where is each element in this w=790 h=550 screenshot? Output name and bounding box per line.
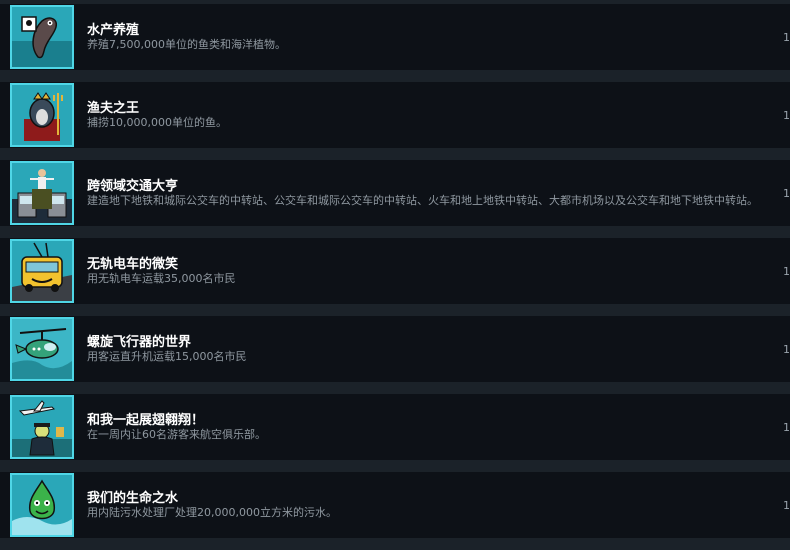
achievement-row: 水产养殖 养殖7,500,000单位的鱼类和海洋植物。 1	[0, 4, 790, 70]
achievement-description: 用无轨电车运载35,000名市民	[87, 272, 236, 285]
achievement-status: 1	[783, 343, 790, 356]
achievement-row: 螺旋飞行器的世界 用客运直升机运载15,000名市民 1	[0, 316, 790, 382]
achievement-title: 我们的生命之水	[87, 491, 179, 506]
airplane-club-icon	[10, 395, 74, 459]
achievement-row: 无轨电车的微笑 用无轨电车运载35,000名市民 1	[0, 238, 790, 304]
achievement-title: 水产养殖	[87, 23, 140, 38]
achievement-description: 养殖7,500,000单位的鱼类和海洋植物。	[87, 38, 286, 51]
achievement-description: 用内陆污水处理厂处理20,000,000立方米的污水。	[87, 506, 337, 519]
achievement-status: 1	[783, 31, 790, 44]
fish-icon	[10, 5, 74, 69]
achievement-title: 螺旋飞行器的世界	[87, 335, 192, 350]
fisher-king-icon	[10, 83, 74, 147]
helicopter-icon	[10, 317, 74, 381]
water-drop-icon	[10, 473, 74, 537]
achievement-status: 1	[783, 499, 790, 512]
achievement-row: 我们的生命之水 用内陆污水处理厂处理20,000,000立方米的污水。 1	[0, 472, 790, 538]
achievement-list: 水产养殖 养殖7,500,000单位的鱼类和海洋植物。 1 渔夫之王 捕捞10,…	[0, 0, 790, 550]
achievement-description: 用客运直升机运载15,000名市民	[87, 350, 247, 363]
achievement-row: 和我一起展翅翱翔！ 在一周内让60名游客来航空俱乐部。 1	[0, 394, 790, 460]
achievement-status: 1	[783, 421, 790, 434]
achievement-status: 1	[783, 187, 790, 200]
transport-tycoon-icon	[10, 161, 74, 225]
achievement-status: 1	[783, 109, 790, 122]
achievement-title: 无轨电车的微笑	[87, 257, 179, 272]
achievement-description: 捕捞10,000,000单位的鱼。	[87, 116, 227, 129]
achievement-title: 和我一起展翅翱翔！	[87, 413, 205, 428]
achievement-description: 建造地下地铁和城际公交车的中转站、公交车和城际公交车的中转站、火车和地上地铁中转…	[87, 194, 758, 207]
achievement-status: 1	[783, 265, 790, 278]
achievement-row: 渔夫之王 捕捞10,000,000单位的鱼。 1	[0, 82, 790, 148]
trolleybus-icon	[10, 239, 74, 303]
achievement-title: 跨领域交通大亨	[87, 179, 179, 194]
achievement-description: 在一周内让60名游客来航空俱乐部。	[87, 428, 266, 441]
achievement-row: 跨领域交通大亨 建造地下地铁和城际公交车的中转站、公交车和城际公交车的中转站、火…	[0, 160, 790, 226]
achievement-title: 渔夫之王	[87, 101, 140, 116]
